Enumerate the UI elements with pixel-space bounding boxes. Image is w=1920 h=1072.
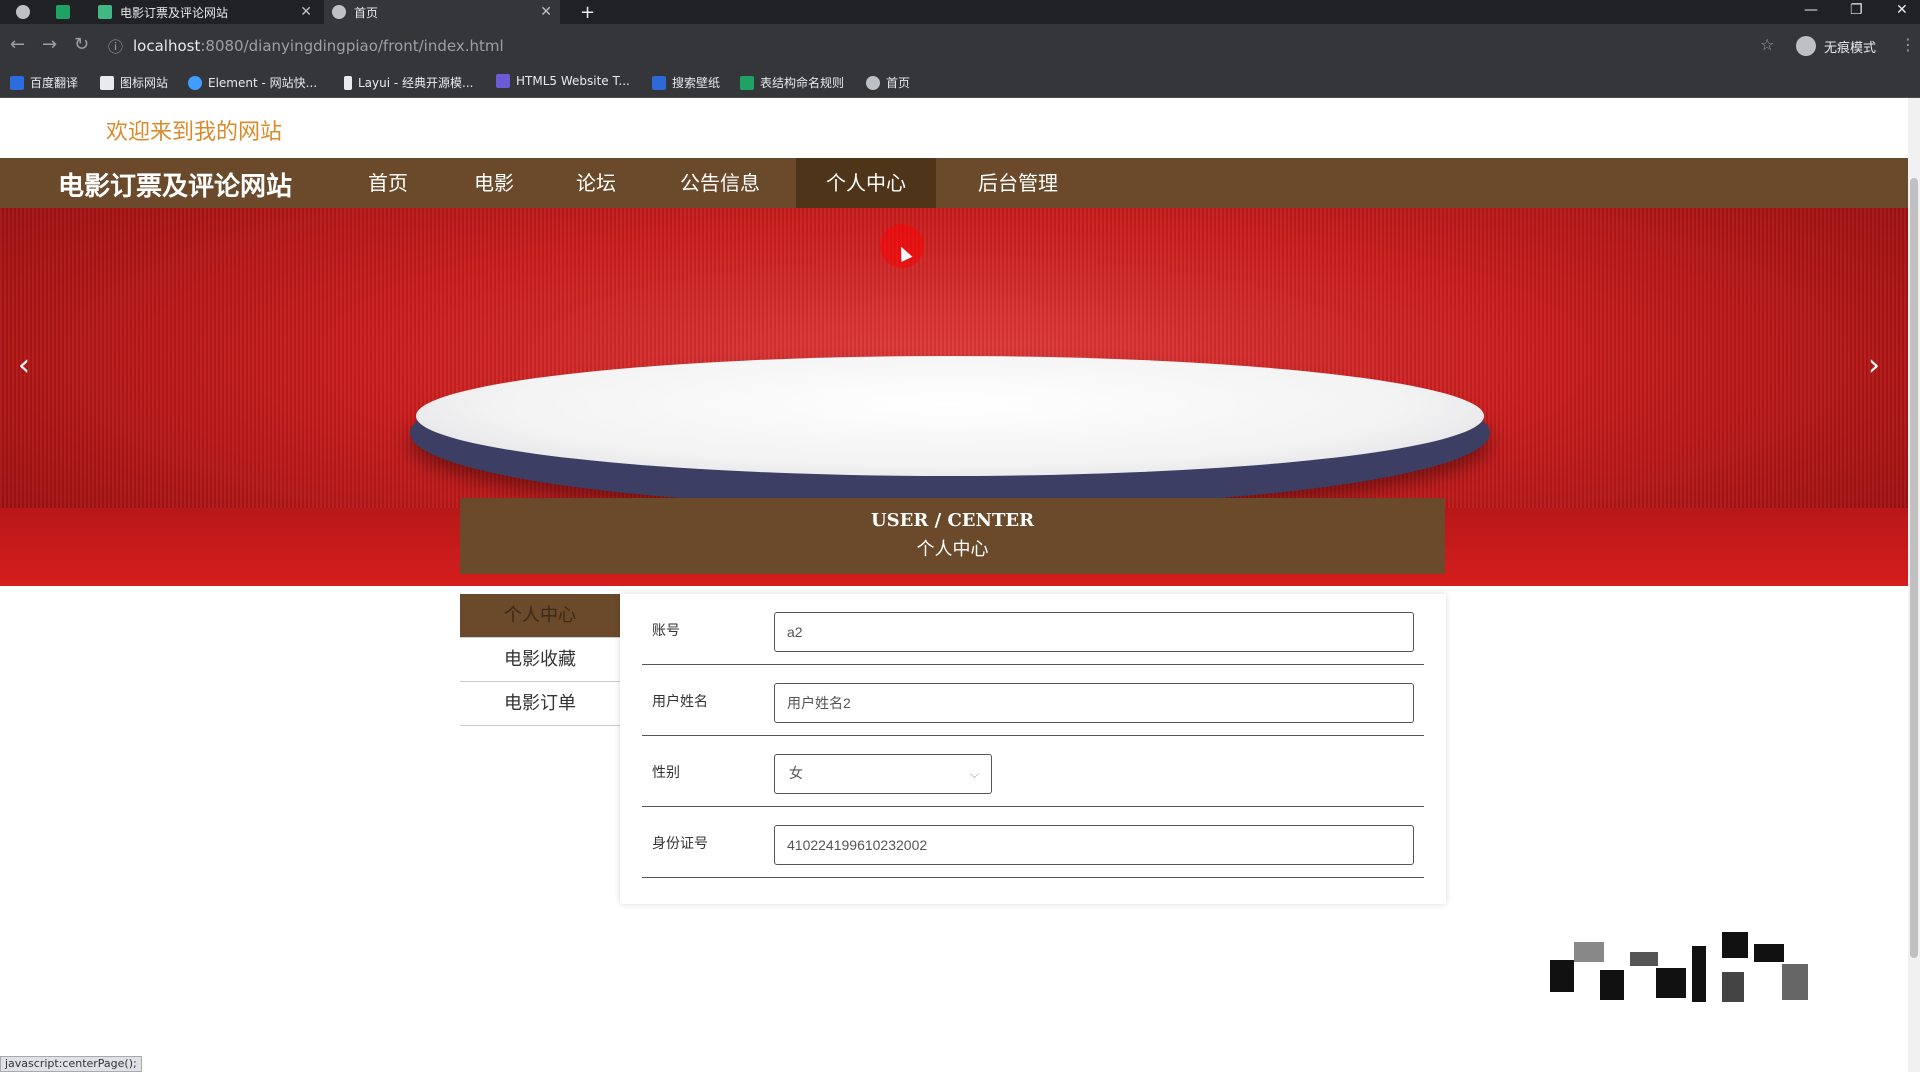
url-path: :8080/dianyingdingpiao/front/index.html (200, 37, 504, 55)
tab-home[interactable]: 首页 ✕ (324, 0, 560, 24)
name-input[interactable]: 用户姓名2 (774, 683, 1414, 723)
vue-icon (98, 5, 112, 19)
id-label: 身份证号 (652, 836, 708, 852)
sidebar-item-favorites[interactable]: 电影收藏 (460, 638, 620, 682)
bookmark-item[interactable]: Element - 网站快... (188, 74, 317, 91)
form-row-account: 账号 a2 (642, 594, 1424, 665)
user-center-sidebar: 个人中心 电影收藏 电影订单 (460, 594, 620, 726)
layui-icon (344, 75, 352, 90)
pixelated-watermark (1550, 932, 1812, 1004)
forward-icon[interactable]: → (42, 36, 57, 54)
minimize-icon[interactable]: — (1804, 2, 1818, 18)
incognito-icon (1795, 36, 1816, 56)
browser-tab-bar: 电影订票及评论网站 ✕ 首页 ✕ + — ❐ ✕ (0, 0, 1920, 24)
account-input[interactable]: a2 (774, 612, 1414, 652)
name-label: 用户姓名 (652, 694, 708, 710)
html5-icon (496, 74, 510, 88)
incognito-profile[interactable]: 无痕模式 (1795, 36, 1876, 56)
bookmarks-bar: 百度翻译 图标网站 Element - 网站快... Layui - 经典开源模… (0, 68, 1920, 98)
status-bar: javascript:centerPage(); (0, 1056, 142, 1072)
page-viewport: 欢迎来到我的网站 电影订票及评论网站 首页 电影 论坛 公告信息 个人中心 后台… (0, 98, 1908, 1072)
gender-select[interactable]: 女 ⌵ (774, 754, 992, 794)
sidebar-item-profile[interactable]: 个人中心 (460, 594, 620, 638)
bookmark-item[interactable]: HTML5 Website T... (496, 74, 630, 88)
site-brand[interactable]: 电影订票及评论网站 (58, 166, 292, 203)
profile-label: 无痕模式 (1823, 40, 1876, 56)
restore-icon[interactable]: ❐ (1850, 2, 1863, 18)
info-icon[interactable]: ⓘ (108, 36, 123, 57)
carousel-prev-icon[interactable]: ‹ (18, 348, 30, 383)
nav-home[interactable]: 首页 (338, 158, 438, 208)
globe-icon (16, 5, 30, 19)
tab-movie-site[interactable]: 电影订票及评论网站 ✕ (90, 0, 320, 24)
page-scrollbar[interactable] (1908, 98, 1920, 1072)
new-tab-button[interactable]: + (572, 0, 598, 24)
welcome-text: 欢迎来到我的网站 (106, 120, 283, 145)
address-bar: ← → ↻ ⓘ localhost :8080/dianyingdingpiao… (0, 24, 1920, 68)
tab-label: 电影订票及评论网站 (120, 5, 229, 20)
sidebar-item-orders[interactable]: 电影订单 (460, 682, 620, 726)
account-label: 账号 (652, 623, 680, 639)
flag-icon (100, 75, 114, 90)
tab-label: 首页 (354, 5, 379, 20)
globe-icon (866, 75, 880, 90)
menu-icon[interactable]: ⋮ (1900, 36, 1916, 54)
bookmark-item[interactable]: 图标网站 (100, 74, 168, 91)
carousel-next-icon[interactable]: › (1868, 348, 1880, 383)
reload-icon[interactable]: ↻ (74, 36, 89, 54)
gender-value: 女 (789, 766, 803, 782)
form-row-gender: 性别 女 ⌵ (642, 736, 1424, 807)
globe-icon (332, 5, 346, 19)
scrollbar-thumb[interactable] (1910, 178, 1918, 958)
close-icon[interactable]: ✕ (540, 4, 552, 20)
back-icon[interactable]: ← (10, 36, 25, 54)
user-center-title-cn: 个人中心 (916, 539, 989, 560)
tab-pinned-2[interactable] (48, 0, 90, 24)
form-row-id: 身份证号 410224199610232002 (642, 807, 1424, 878)
element-icon (188, 75, 202, 90)
gender-label: 性别 (652, 765, 680, 781)
sheet-icon (56, 5, 70, 19)
nav-user-center[interactable]: 个人中心 (796, 158, 936, 208)
window-close-icon[interactable]: ✕ (1896, 2, 1908, 18)
bookmark-item[interactable]: Layui - 经典开源模... (344, 74, 473, 91)
stage-top (416, 356, 1484, 476)
profile-form: 账号 a2 用户姓名 用户姓名2 性别 女 ⌵ 身份证号 41022419961… (620, 594, 1446, 904)
bookmark-item[interactable]: 百度翻译 (10, 74, 78, 91)
url-input[interactable]: ⓘ localhost :8080/dianyingdingpiao/front… (108, 32, 1748, 60)
close-icon[interactable]: ✕ (300, 4, 312, 20)
url-host: localhost (133, 37, 201, 55)
tab-pinned[interactable] (8, 0, 48, 24)
form-row-name: 用户姓名 用户姓名2 (642, 665, 1424, 736)
bookmark-item[interactable]: 表结构命名规则 (740, 74, 844, 91)
chevron-down-icon: ⌵ (969, 767, 979, 781)
nav-admin[interactable]: 后台管理 (948, 158, 1088, 208)
nav-announcements[interactable]: 公告信息 (650, 158, 790, 208)
wallpaper-icon (652, 75, 666, 90)
nav-movies[interactable]: 电影 (444, 158, 544, 208)
bookmark-item[interactable]: 搜索壁纸 (652, 74, 720, 91)
sheet-icon (740, 75, 754, 90)
bookmark-item[interactable]: 首页 (866, 74, 910, 91)
id-input[interactable]: 410224199610232002 (774, 825, 1414, 865)
user-center-title-en: USER / CENTER (870, 510, 1035, 531)
main-navbar: 电影订票及评论网站 首页 电影 论坛 公告信息 个人中心 后台管理 (0, 158, 1908, 208)
star-icon[interactable]: ☆ (1760, 36, 1774, 54)
user-center-header: USER / CENTER 个人中心 (460, 498, 1445, 574)
translate-icon (10, 75, 24, 90)
nav-forum[interactable]: 论坛 (546, 158, 646, 208)
